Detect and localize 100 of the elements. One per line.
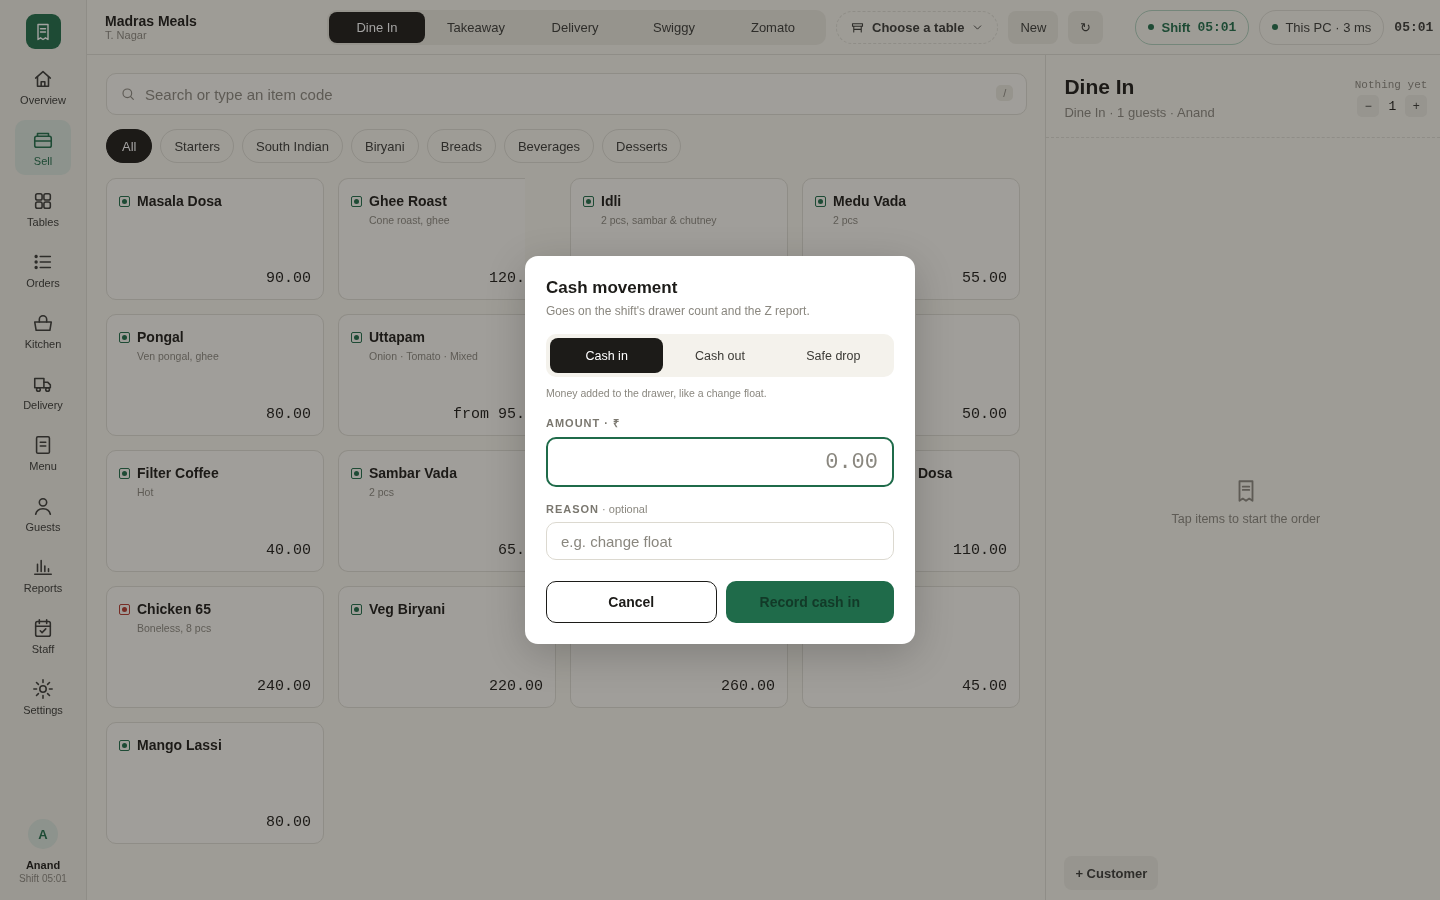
refresh-button[interactable]: ↻ <box>1068 10 1104 44</box>
veg-mark <box>351 195 362 207</box>
veg-mark <box>351 331 362 343</box>
category-chip[interactable]: All <box>106 129 153 163</box>
nav-item[interactable]: Menu <box>15 425 71 480</box>
nav-item[interactable]: Staff <box>15 608 71 663</box>
nav-item[interactable]: Orders <box>15 242 71 297</box>
item-name: Ghee Roast <box>369 193 447 209</box>
item-name: Sambar Vada <box>369 465 457 481</box>
movement-type-tab[interactable]: Cash out <box>663 338 777 373</box>
reason-label: REASON · optional <box>546 503 649 515</box>
connection-label: This PC · 3 ms <box>1285 19 1372 35</box>
increment-button[interactable]: + <box>1405 95 1428 117</box>
menu-item-card[interactable]: Mango Lassi 80.00 <box>106 722 324 844</box>
nav-item[interactable]: Overview <box>15 59 71 114</box>
veg-mark <box>815 195 826 207</box>
item-price: 55.00 <box>962 270 1007 287</box>
hint-text: Money added to the drawer, like a change float. <box>546 387 768 399</box>
item-name: Uttapam <box>369 329 425 345</box>
reason-field[interactable]: e.g. change float <box>546 522 894 560</box>
item-description: Onion · Tomato · Mixed <box>369 350 479 362</box>
category-chip[interactable]: Starters <box>160 129 234 163</box>
item-name: Dosa <box>918 465 953 481</box>
shift-label: Shift 05:01 <box>19 873 67 884</box>
item-price: 120. <box>489 270 525 287</box>
veg-mark <box>119 331 130 343</box>
shift-time: 05:01 <box>1197 19 1237 35</box>
avatar[interactable]: A <box>28 819 58 849</box>
menu-item-card[interactable]: Sambar Vada 2 pcs 65. <box>338 450 525 572</box>
category-chip[interactable]: Breads <box>426 129 496 163</box>
item-name: Medu Vada <box>833 193 907 209</box>
category-chip[interactable]: Biryani <box>351 129 419 163</box>
movement-type-tab[interactable]: Cash in <box>550 338 664 373</box>
item-price: 45.00 <box>962 678 1007 695</box>
veg-mark <box>119 739 130 751</box>
shortcut-key: / <box>996 85 1014 101</box>
calendar-icon <box>32 616 54 639</box>
decrement-button[interactable]: − <box>1357 95 1380 117</box>
veg-mark <box>351 467 362 479</box>
nav-item[interactable]: Kitchen <box>15 303 71 358</box>
menu-item-card[interactable]: 50.00 <box>916 314 1020 436</box>
order-status: Nothing yet <box>1354 79 1428 91</box>
item-description: Boneless, 8 pcs <box>137 622 213 634</box>
cancel-button[interactable]: Cancel <box>546 581 717 623</box>
item-name: Pongal <box>137 329 184 345</box>
veg-mark <box>119 603 130 615</box>
dialog-subtitle: Goes on the shift's drawer count and the Z report. <box>546 304 811 318</box>
user-name: Anand <box>25 859 61 871</box>
order-type-tab[interactable]: Takeaway <box>428 11 524 43</box>
order-title: Dine In <box>1064 75 1136 99</box>
category-chip[interactable]: Desserts <box>602 129 682 163</box>
category-chip[interactable]: Beverages <box>503 129 595 163</box>
logo-icon <box>25 14 61 49</box>
menu-item-card[interactable]: Dosa 110.00 <box>916 450 1020 572</box>
item-name: Masala Dosa <box>137 193 222 209</box>
nav-item[interactable]: Settings <box>15 669 71 724</box>
guest-count: 1 <box>1387 98 1398 114</box>
item-name: Veg Biryani <box>369 601 446 617</box>
nav-item[interactable]: Reports <box>15 547 71 602</box>
veg-mark <box>351 603 362 615</box>
item-description: Ven pongal, ghee <box>137 350 220 362</box>
nav-item[interactable]: Guests <box>15 486 71 541</box>
search-icon <box>120 86 136 102</box>
menu-item-card[interactable]: Filter Coffee Hot 40.00 <box>106 450 324 572</box>
menu-item-card[interactable]: Ghee Roast Cone roast, ghee 120. <box>338 178 525 300</box>
empty-message: Tap items to start the order <box>1171 512 1321 526</box>
veg-mark <box>119 467 130 479</box>
item-description: Cone roast, ghee <box>369 214 451 226</box>
item-description: Hot <box>137 486 155 498</box>
amount-label: AMOUNT · ₹ <box>546 416 622 430</box>
add-customer-button[interactable]: + Customer <box>1064 856 1159 890</box>
item-name: Chicken 65 <box>137 601 211 617</box>
nav-item[interactable]: Sell <box>15 120 71 175</box>
nav-item[interactable]: Delivery <box>15 364 71 419</box>
veg-mark <box>119 195 130 207</box>
clock: 05:01 <box>1394 19 1434 35</box>
menu-item-card[interactable]: Uttapam Onion · Tomato · Mixed from 95. <box>338 314 525 436</box>
menu-item-card[interactable]: Masala Dosa 90.00 <box>106 178 324 300</box>
order-type-tab[interactable]: Zomato <box>725 11 821 43</box>
menu-item-card[interactable]: Chicken 65 Boneless, 8 pcs 240.00 <box>106 586 324 708</box>
order-type-tab[interactable]: Swiggy <box>626 11 722 43</box>
menu-item-card[interactable]: Veg Biryani 220.00 <box>338 586 556 708</box>
order-type-tab[interactable]: Delivery <box>527 11 623 43</box>
new-button[interactable]: New <box>1008 10 1059 44</box>
shift-label: Shift <box>1161 19 1191 35</box>
amount-field[interactable]: 0.00 <box>546 437 894 487</box>
veg-mark <box>583 195 594 207</box>
item-description: 2 pcs <box>833 214 860 226</box>
item-price: 80.00 <box>266 814 311 831</box>
order-type-tab[interactable]: Dine In <box>329 11 425 43</box>
restaurant-name: Madras Meals <box>105 13 198 29</box>
category-chip[interactable]: South Indian <box>241 129 343 163</box>
item-price: 260.00 <box>721 678 775 695</box>
movement-type-tab[interactable]: Safe drop <box>776 338 890 373</box>
item-price: 90.00 <box>266 270 311 287</box>
item-description: 2 pcs, sambar & chutney <box>601 214 718 226</box>
location-label: T. Nagar <box>105 29 148 41</box>
item-price: 40.00 <box>266 542 311 559</box>
nav-item[interactable]: Tables <box>15 181 71 236</box>
menu-item-card[interactable]: Pongal Ven pongal, ghee 80.00 <box>106 314 324 436</box>
